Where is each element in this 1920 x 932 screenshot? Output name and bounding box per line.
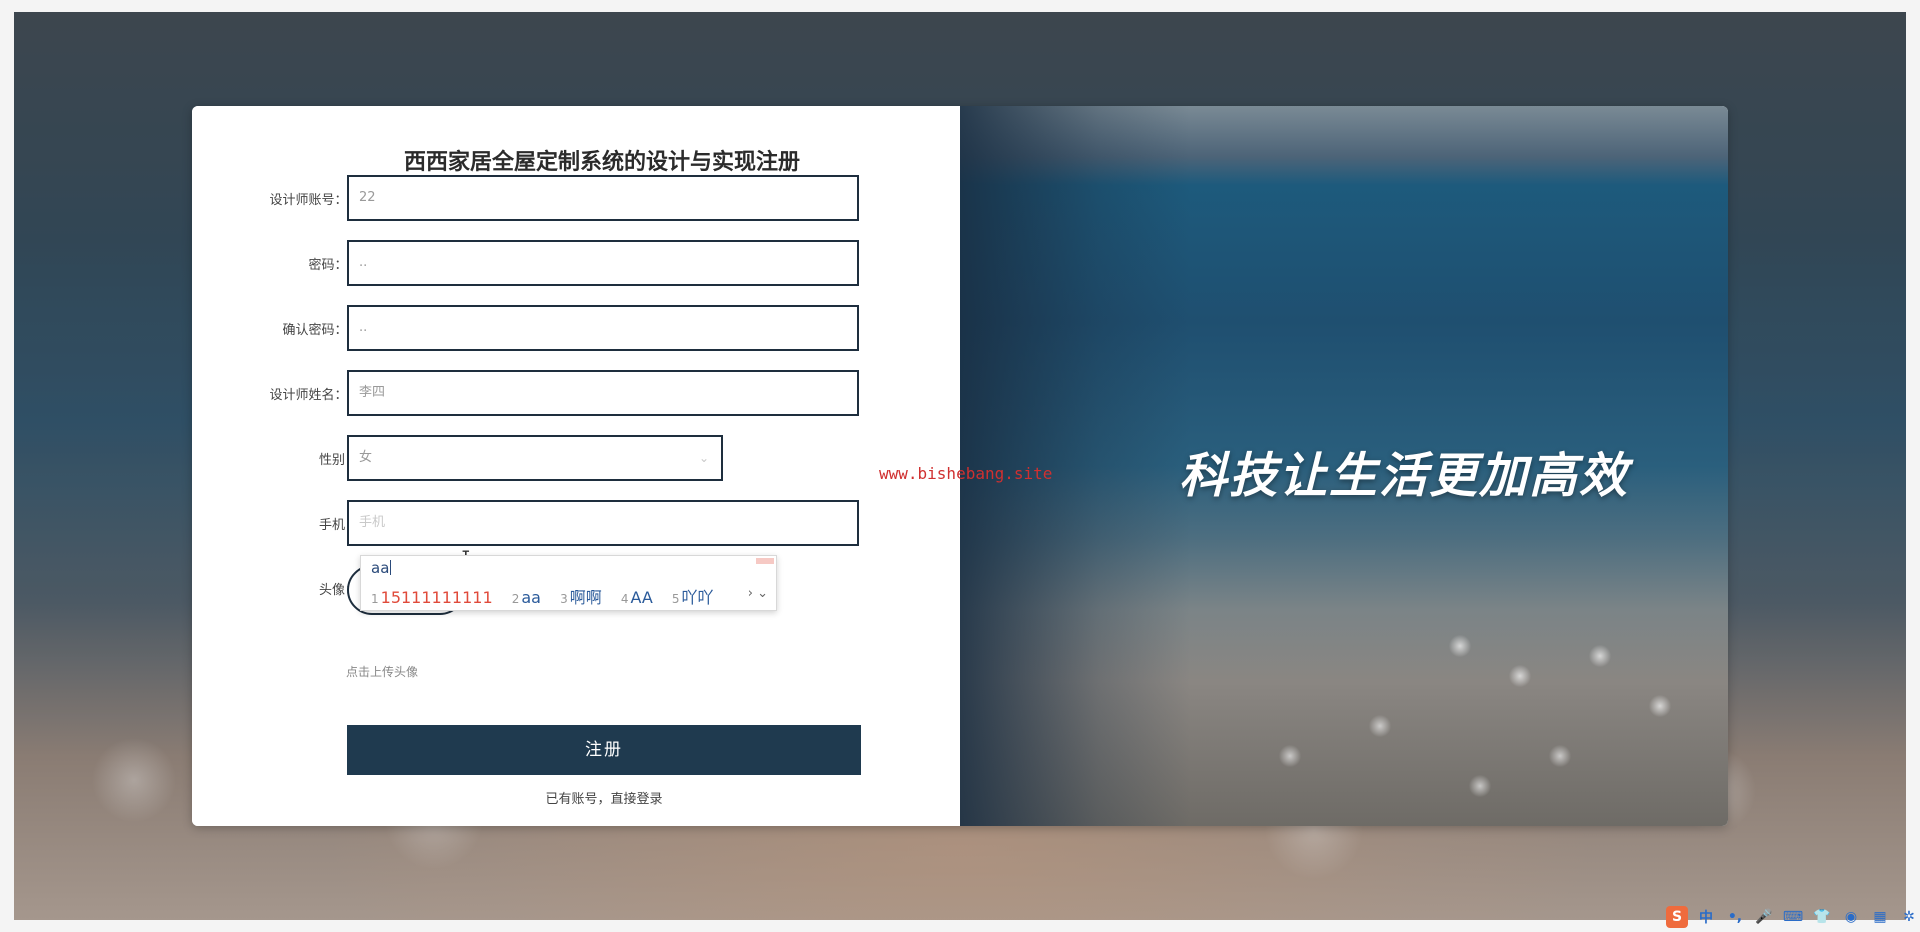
account-row: 设计师账号：* 22 <box>192 175 960 225</box>
confirm-password-input[interactable]: .. <box>347 305 859 351</box>
account-label: 设计师账号：* <box>269 189 358 208</box>
phone-input[interactable]: 手机 <box>347 500 859 546</box>
settings-icon[interactable]: ✲ <box>1898 906 1920 928</box>
designer-name-label: 设计师姓名：* <box>269 384 358 403</box>
account-input[interactable]: 22 <box>347 175 859 221</box>
designer-name-input[interactable]: 李四 <box>347 370 859 416</box>
ime-close-icon[interactable] <box>756 558 774 564</box>
grid-icon[interactable]: ▦ <box>1869 906 1891 928</box>
gender-value: 女 <box>359 450 373 465</box>
password-row: 密码：* .. <box>192 240 960 290</box>
gender-select[interactable]: 女 ⌄ <box>347 435 723 481</box>
ime-candidate[interactable]: 4 AA <box>621 588 653 607</box>
keyboard-icon[interactable]: ⌨ <box>1782 906 1804 928</box>
slogan: 科技让生活更加高效 <box>1178 448 1629 504</box>
designer-name-row: 设计师姓名：* 李四 <box>192 370 960 420</box>
avatar-hint: 点击上传头像 <box>346 665 419 679</box>
ime-candidate[interactable]: 3 啊啊 <box>560 588 602 607</box>
page-title: 西西家居全屋定制系统的设计与实现注册 <box>403 150 800 175</box>
ime-candidate-window: aa 1 15111111111 2 aa 3 啊啊 4 AA 5 吖吖 › ⌄ <box>360 555 777 611</box>
password-input[interactable]: .. <box>347 240 859 286</box>
robot-icon[interactable]: ◉ <box>1840 906 1862 928</box>
hero-image: 科技让生活更加高效 <box>960 106 1728 826</box>
phone-row: 手机： 手机 <box>192 500 960 550</box>
ime-candidate[interactable]: 2 aa <box>512 588 541 607</box>
ime-next-page-icon[interactable]: › ⌄ <box>748 586 768 601</box>
desktop: 西西家居全屋定制系统的设计与实现注册 设计师账号：* 22 密码：* .. 确认… <box>0 0 1920 932</box>
register-form: 西西家居全屋定制系统的设计与实现注册 设计师账号：* 22 密码：* .. 确认… <box>192 106 960 826</box>
confirm-password-row: 确认密码：* .. <box>192 305 960 355</box>
login-link[interactable]: 已有账号，直接登录 <box>347 788 861 807</box>
ime-toolbar: S 中 •, 🎤 ⌨ 👕 ◉ ▦ ✲ <box>1660 902 1920 932</box>
gender-row: 性别： 女 ⌄ <box>192 435 960 485</box>
ime-candidate[interactable]: 5 吖吖 <box>672 588 714 607</box>
ime-candidate[interactable]: 1 15111111111 <box>371 588 493 607</box>
mic-icon[interactable]: 🎤 <box>1753 906 1775 928</box>
ime-composition: aa <box>371 559 392 577</box>
chevron-down-icon: ⌄ <box>698 451 709 465</box>
sogou-icon[interactable]: S <box>1666 906 1688 928</box>
chinese-mode-icon[interactable]: 中 <box>1695 906 1717 928</box>
register-button[interactable]: 注册 <box>347 725 861 775</box>
beach-umbrellas <box>960 586 1728 826</box>
skin-icon[interactable]: 👕 <box>1811 906 1833 928</box>
punctuation-icon[interactable]: •, <box>1724 906 1746 928</box>
ime-candidates: 1 15111111111 2 aa 3 啊啊 4 AA 5 吖吖 <box>371 584 728 608</box>
watermark: www.bishebang.site <box>879 464 1053 483</box>
